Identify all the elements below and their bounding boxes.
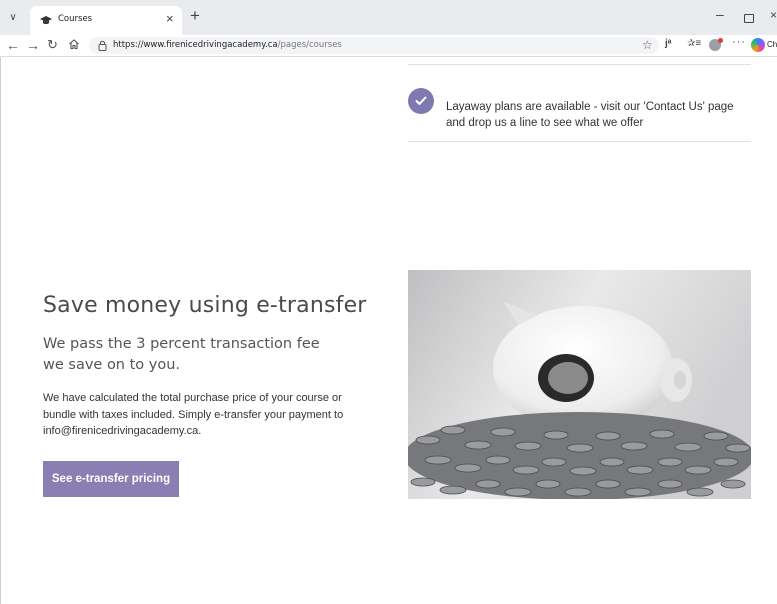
section-body: We have calculated the total purchase pr… [43,392,344,437]
url-path: /pages/courses [277,40,342,50]
extension-icon[interactable]: јᵃ [665,38,672,49]
divider [408,141,751,142]
layaway-text: Layaway plans are available - visit our … [446,100,734,129]
reload-icon[interactable]: ↻ [47,36,58,54]
piggy-bank-coins-image [408,270,751,499]
minimize-icon[interactable]: – [716,6,724,22]
copilot-label[interactable]: Ch [767,40,777,49]
page-content: Layaway plans are available - visit our … [0,57,777,604]
address-bar[interactable]: https://www.firenicedrivingacademy.ca/pa… [89,37,659,54]
browser-toolbar: ← → ↻ https://www.firenicedrivingacademy… [0,35,777,57]
tab-title: Courses [58,14,93,24]
window-close-icon[interactable]: × [770,8,777,22]
favorites-list-icon[interactable]: ✰≡ [687,38,701,49]
check-badge [408,88,434,114]
graduation-cap-icon [40,16,52,25]
section-title: Save money using e-transfer [43,293,367,319]
url-text: https://www.firenicedrivingacademy.ca/pa… [113,40,342,50]
arrow-left-icon[interactable]: ← [6,36,20,54]
arrow-right-icon[interactable]: → [26,36,40,54]
section-subtitle: We pass the 3 percent transaction fee we… [43,335,320,373]
close-icon[interactable]: × [166,11,174,26]
home-icon[interactable] [68,38,80,50]
notification-dot-icon [718,38,723,43]
browser-tabstrip: ∨ Courses × + – × [0,0,777,35]
maximize-icon[interactable] [744,14,754,23]
browser-tab-courses[interactable]: Courses × [30,6,182,35]
see-etransfer-pricing-button[interactable]: See e-transfer pricing [43,461,179,497]
divider [408,64,751,65]
plus-icon[interactable]: + [190,6,200,26]
chevron-down-icon[interactable]: ∨ [6,11,20,25]
lock-icon [98,40,107,51]
copilot-icon[interactable] [751,38,765,52]
more-options-icon[interactable]: ··· [732,36,746,48]
star-icon[interactable]: ☆ [642,38,653,52]
check-icon [415,96,427,105]
url-host: https://www.firenicedrivingacademy.ca [113,40,278,50]
